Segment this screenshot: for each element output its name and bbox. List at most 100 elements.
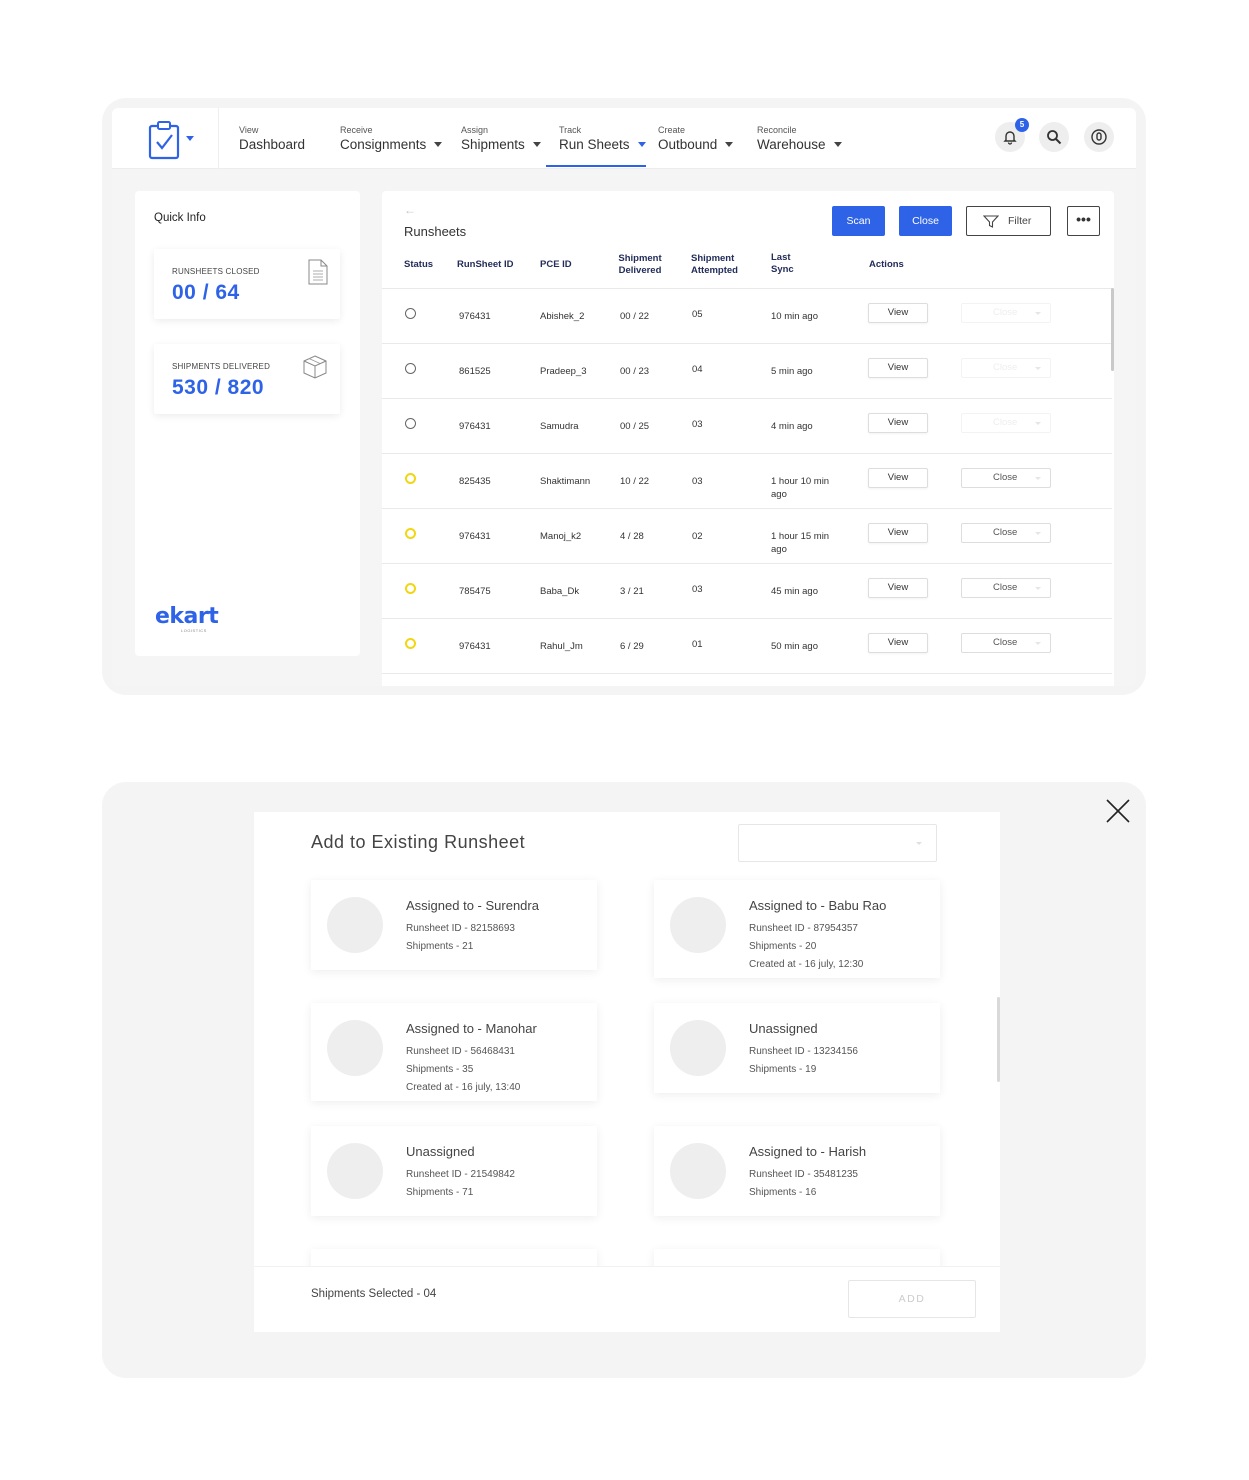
app-menu-caret-icon[interactable]: [186, 136, 194, 141]
chevron-down-icon: [1035, 587, 1041, 590]
view-button[interactable]: View: [868, 358, 928, 378]
nav-outbound[interactable]: Create Outbound: [658, 125, 734, 154]
clipboard-check-icon[interactable]: [146, 120, 182, 160]
nav-label: Consignments: [340, 137, 427, 152]
table-row: 825435 Shaktimann 10 / 22 03 1 hour 10 min ag…: [382, 453, 1112, 508]
runsheet-card[interactable]: Assigned to - Babu Rao Runsheet ID - 8795…: [654, 880, 940, 978]
delivered-cell: 4 / 28: [620, 531, 644, 542]
stat-label: RUNSHEETS CLOSED: [172, 267, 260, 276]
avatar: [327, 1020, 383, 1076]
close-runsheet-button: Close: [961, 303, 1051, 323]
search-button[interactable]: [1039, 122, 1069, 152]
close-runsheet-button: Close: [961, 413, 1051, 433]
sync-line: 45 min ago: [771, 586, 819, 597]
profile-button[interactable]: [1084, 122, 1114, 152]
view-button[interactable]: View: [868, 413, 928, 433]
sync-line: 50 min ago: [771, 641, 819, 652]
close-label: Close: [993, 582, 1018, 593]
runsheets-app: View Dashboard Receive Consignments Assi…: [112, 108, 1136, 686]
chevron-down-icon: [1035, 422, 1041, 425]
filter-label: Filter: [1008, 215, 1032, 227]
close-label: Close: [993, 307, 1018, 318]
runsheet-card[interactable]: Assigned to - Surendra Runsheet ID - 8215…: [311, 880, 597, 970]
table-scrollbar[interactable]: [1111, 288, 1114, 371]
runsheet-id-cell: 825435: [459, 476, 491, 487]
sync-line: ago: [771, 489, 787, 500]
scan-button[interactable]: Scan: [832, 206, 885, 236]
runsheet-assignee: Assigned to - Manohar: [406, 1021, 537, 1036]
close-label: Close: [993, 472, 1018, 483]
runsheet-card[interactable]: Assigned to - Harish Runsheet ID - 354812…: [654, 1126, 940, 1216]
close-runsheet-button[interactable]: Close: [961, 578, 1051, 598]
user-circle-icon: [1091, 129, 1107, 145]
delivered-cell: 3 / 21: [620, 586, 644, 597]
avatar: [670, 1143, 726, 1199]
close-button[interactable]: Close: [899, 206, 952, 236]
back-arrow-icon[interactable]: ←: [404, 203, 416, 217]
chevron-down-icon: [1035, 642, 1041, 645]
nav-label: Shipments: [461, 137, 525, 152]
runsheet-id-cell: 976431: [459, 641, 491, 652]
runsheets-closed-card: RUNSHEETS CLOSED 00 / 64: [154, 249, 340, 319]
close-runsheet-button[interactable]: Close: [961, 523, 1051, 543]
chevron-down-icon: [1035, 367, 1041, 370]
runsheet-card[interactable]: Unassigned Runsheet ID - 21549842 Shipment…: [311, 1126, 597, 1216]
chevron-down-icon: [833, 142, 842, 147]
status-indicator: [405, 638, 416, 649]
close-runsheet-button[interactable]: Close: [961, 633, 1051, 653]
view-button[interactable]: View: [868, 468, 928, 488]
runsheet-detail: Created at - 16 july, 13:40: [406, 1082, 521, 1093]
runsheet-detail: Runsheet ID - 56468431: [406, 1046, 515, 1057]
chevron-down-icon: [1035, 532, 1041, 535]
header-runsheet-id: RunSheet ID: [457, 259, 514, 270]
runsheet-card[interactable]: Unassigned Runsheet ID - 13234156 Shipment…: [654, 1003, 940, 1093]
nav-small-label: Receive: [340, 125, 373, 135]
view-button[interactable]: View: [868, 523, 928, 543]
last-sync-cell: 1 hour 10 min ago: [771, 475, 829, 501]
last-sync-cell: 50 min ago: [771, 640, 818, 653]
notifications-button[interactable]: 5: [995, 118, 1029, 152]
pce-id-cell: Samudra: [540, 421, 579, 432]
modal-footer: Shipments Selected - 04 ADD: [254, 1266, 1000, 1332]
header-last-sync: Last Sync: [771, 252, 794, 276]
runsheet-id-cell: 976431: [459, 311, 491, 322]
chevron-down-icon: [1035, 312, 1041, 315]
runsheet-detail: Shipments - 35: [406, 1064, 474, 1075]
table-row: 861525 Pradeep_3 00 / 23 04 5 min ago View Clo…: [382, 343, 1112, 398]
attempted-cell: 03: [692, 584, 703, 595]
runsheets-title: Runsheets: [404, 224, 467, 239]
view-button[interactable]: View: [868, 578, 928, 598]
nav-label: Warehouse: [757, 137, 826, 152]
runsheet-detail: Shipments - 19: [749, 1064, 817, 1075]
filter-button[interactable]: Filter: [966, 206, 1051, 236]
nav-run-sheets[interactable]: Track Run Sheets: [559, 125, 646, 154]
add-button[interactable]: ADD: [848, 1280, 976, 1318]
runsheet-detail: Created at - 16 july, 12:30: [749, 959, 864, 970]
more-options-button[interactable]: •••: [1067, 206, 1100, 236]
view-button[interactable]: View: [868, 303, 928, 323]
header-status: Status: [404, 259, 434, 270]
nav-warehouse[interactable]: Reconcile Warehouse: [757, 125, 842, 154]
nav-dashboard[interactable]: View Dashboard: [239, 125, 305, 154]
runsheet-id-cell: 976431: [459, 421, 491, 432]
close-label: Close: [993, 417, 1018, 428]
chevron-down-icon: [725, 142, 734, 147]
modal-scrollbar[interactable]: [997, 997, 1000, 1082]
runsheet-detail: Runsheet ID - 87954357: [749, 923, 858, 934]
nav-consignments[interactable]: Receive Consignments: [340, 125, 443, 154]
runsheet-filter-select[interactable]: [738, 824, 937, 862]
nav-shipments[interactable]: Assign Shipments: [461, 125, 541, 154]
avatar: [670, 1020, 726, 1076]
close-icon[interactable]: [1104, 797, 1132, 825]
chevron-down-icon: [916, 842, 922, 845]
last-sync-cell: 5 min ago: [771, 365, 813, 378]
runsheet-detail: Shipments - 21: [406, 941, 474, 952]
nav-divider: [218, 108, 219, 169]
view-button[interactable]: View: [868, 633, 928, 653]
runsheet-card[interactable]: Assigned to - Manohar Runsheet ID - 56468…: [311, 1003, 597, 1101]
last-sync-cell: 4 min ago: [771, 420, 813, 433]
search-icon: [1047, 130, 1062, 145]
close-runsheet-button[interactable]: Close: [961, 468, 1051, 488]
add-to-runsheet-modal: Add to Existing Runsheet Assigned to - S…: [254, 812, 1000, 1332]
last-sync-cell: 45 min ago: [771, 585, 818, 598]
